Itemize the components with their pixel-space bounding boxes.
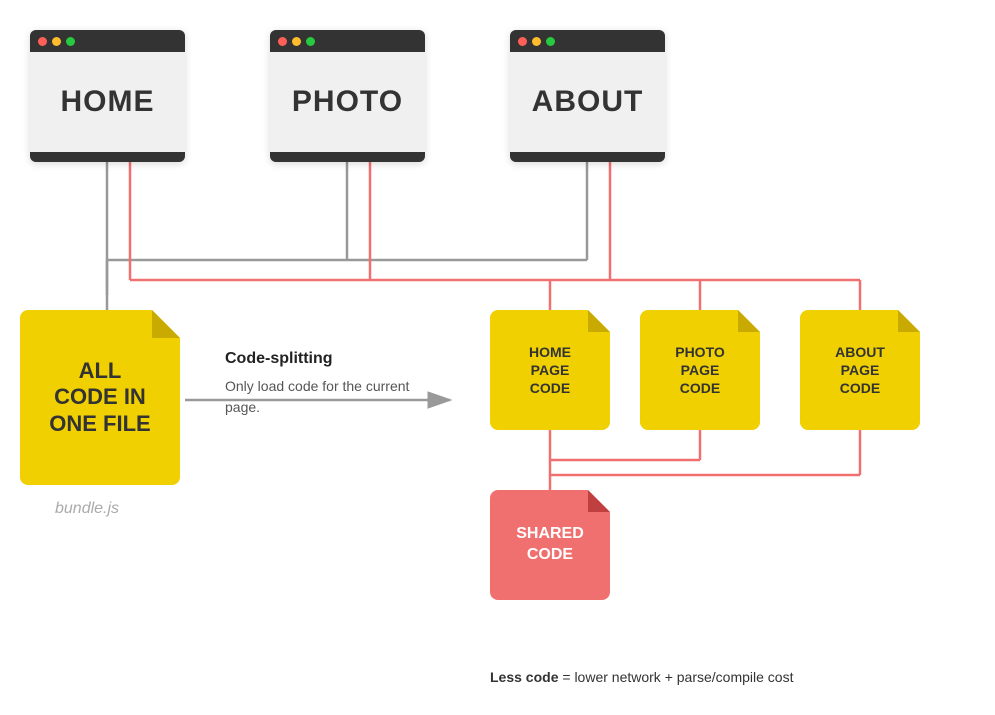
doc-about-page-text: ABOUTPAGECODE bbox=[835, 343, 885, 398]
browser-about-label: ABOUT bbox=[532, 85, 644, 119]
browser-photo-body: PHOTO bbox=[270, 52, 425, 152]
browser-home-body: HOME bbox=[30, 52, 185, 152]
dot-yellow-about bbox=[532, 37, 541, 46]
diagram: HOME PHOTO ABOUT ALLCODE INONE FILE bund… bbox=[0, 0, 995, 715]
doc-all-code: ALLCODE INONE FILE bbox=[20, 310, 180, 485]
doc-photo-page-text: PHOTOPAGECODE bbox=[675, 343, 725, 398]
browser-photo-label: PHOTO bbox=[292, 85, 403, 119]
doc-home-page-text: HOMEPAGECODE bbox=[529, 343, 571, 398]
doc-shared-code-text: SHAREDCODE bbox=[516, 524, 584, 566]
browser-about-body: ABOUT bbox=[510, 52, 665, 152]
browser-about-titlebar bbox=[510, 30, 665, 52]
dot-green-about bbox=[546, 37, 555, 46]
dot-red-home bbox=[38, 37, 47, 46]
doc-all-code-text: ALLCODE INONE FILE bbox=[39, 348, 160, 447]
code-splitting-title: Code-splitting bbox=[225, 350, 415, 368]
browser-photo: PHOTO bbox=[270, 30, 425, 162]
dot-yellow-home bbox=[52, 37, 61, 46]
doc-photo-page-code: PHOTOPAGECODE bbox=[640, 310, 760, 430]
doc-shared-code: SHAREDCODE bbox=[490, 490, 610, 600]
browser-photo-titlebar bbox=[270, 30, 425, 52]
doc-home-page-code: HOMEPAGECODE bbox=[490, 310, 610, 430]
dot-red-photo bbox=[278, 37, 287, 46]
browser-home-bottombar bbox=[30, 152, 185, 162]
browser-home: HOME bbox=[30, 30, 185, 162]
code-splitting-block: Code-splitting Only load code for the cu… bbox=[225, 350, 415, 418]
dot-red-about bbox=[518, 37, 527, 46]
browser-home-label: HOME bbox=[61, 85, 155, 119]
browser-about-bottombar bbox=[510, 152, 665, 162]
dot-green-photo bbox=[306, 37, 315, 46]
bundle-label: bundle.js bbox=[55, 500, 119, 518]
bottom-note-strong: Less code bbox=[490, 669, 558, 685]
bottom-note: Less code = lower network + parse/compil… bbox=[490, 669, 793, 685]
code-splitting-body: Only load code for the current page. bbox=[225, 376, 415, 418]
browser-photo-bottombar bbox=[270, 152, 425, 162]
doc-about-page-code: ABOUTPAGECODE bbox=[800, 310, 920, 430]
browser-about: ABOUT bbox=[510, 30, 665, 162]
bottom-note-rest: = lower network + parse/compile cost bbox=[558, 669, 793, 685]
dot-yellow-photo bbox=[292, 37, 301, 46]
browser-home-titlebar bbox=[30, 30, 185, 52]
dot-green-home bbox=[66, 37, 75, 46]
